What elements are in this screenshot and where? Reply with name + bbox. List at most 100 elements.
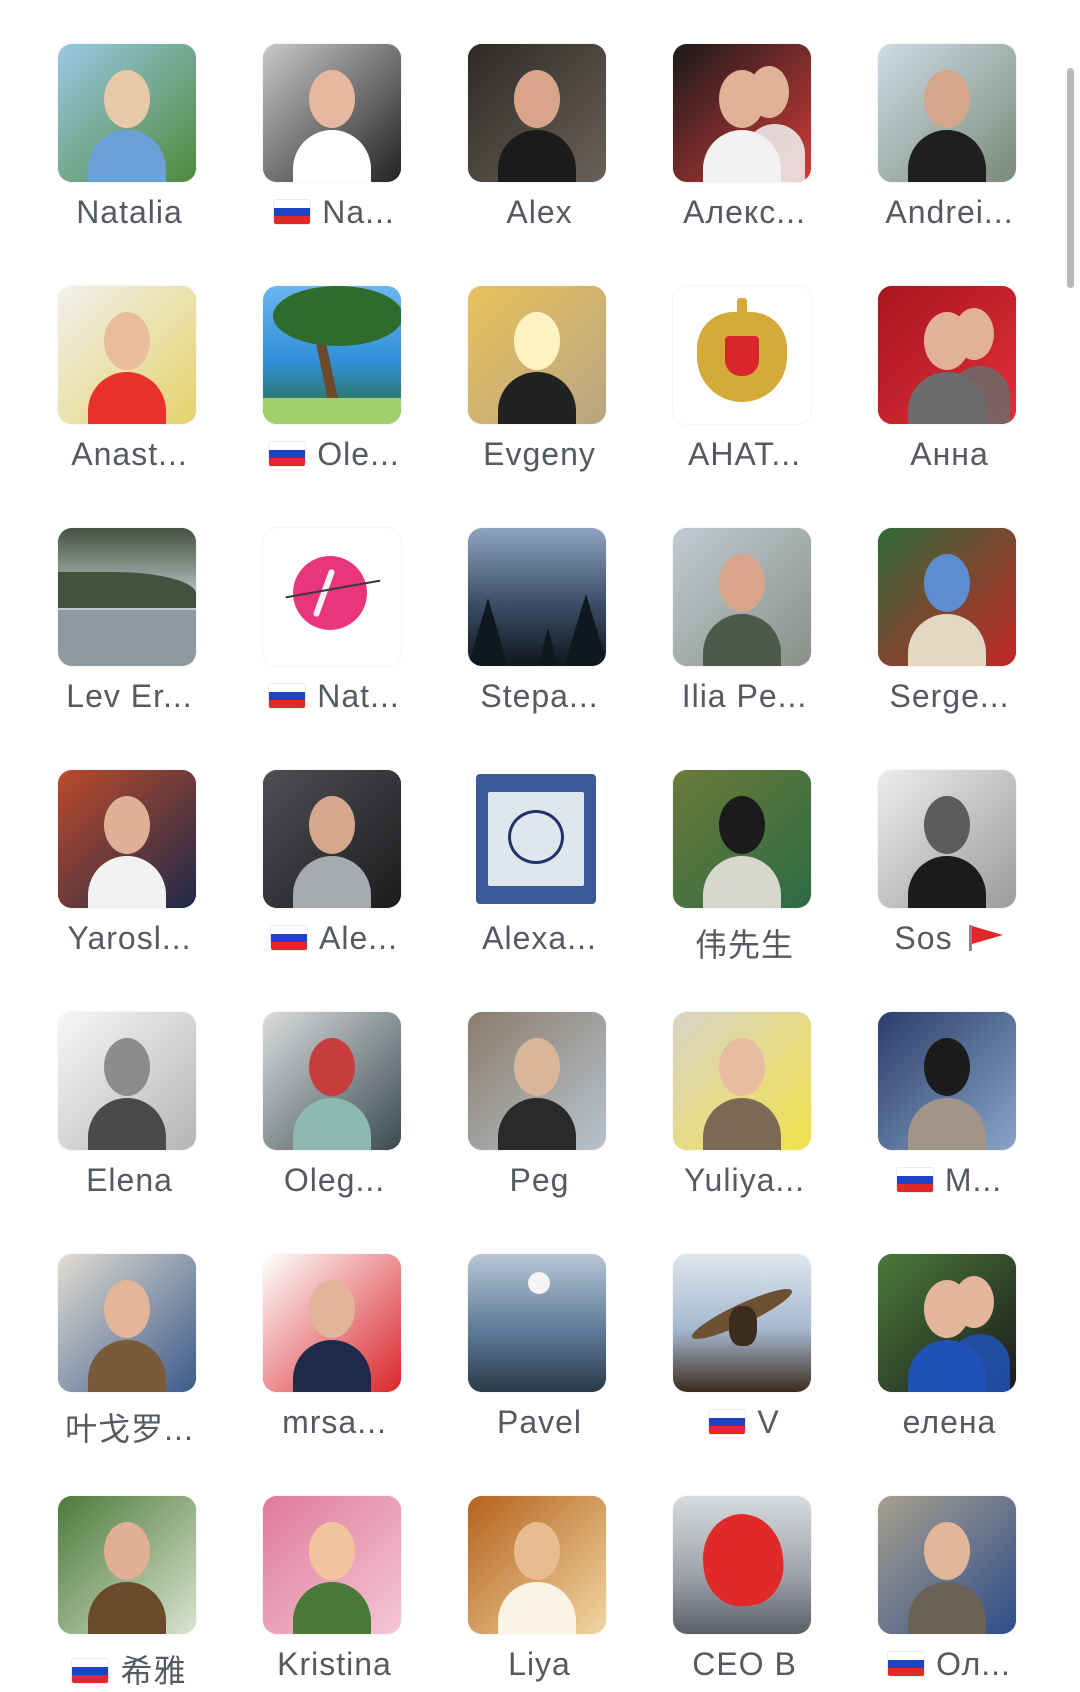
contact-avatar[interactable] — [468, 44, 606, 182]
contact-tile[interactable]: Ilia Pe... — [642, 480, 847, 722]
contact-avatar[interactable] — [263, 528, 401, 666]
contact-tile[interactable]: Peg — [437, 964, 642, 1206]
contact-name-text: Sos — [894, 920, 953, 956]
contact-tile[interactable]: Alex — [437, 0, 642, 238]
contact-name: Andrei... — [847, 194, 1052, 231]
contact-name: Алекс... — [642, 194, 847, 231]
contact-avatar[interactable] — [263, 286, 401, 424]
contact-avatar[interactable] — [263, 1496, 401, 1634]
contact-avatar[interactable] — [58, 770, 196, 908]
contact-tile[interactable]: Liya — [437, 1448, 642, 1690]
contact-avatar[interactable] — [58, 286, 196, 424]
contact-tile[interactable]: CEO B — [642, 1448, 847, 1690]
contact-avatar[interactable] — [673, 286, 811, 424]
contact-tile[interactable]: Na... — [232, 0, 437, 238]
contact-tile[interactable]: 叶戈罗... — [27, 1206, 232, 1448]
contact-tile[interactable]: Stepa... — [437, 480, 642, 722]
contact-avatar[interactable] — [468, 1254, 606, 1392]
contact-avatar[interactable] — [673, 770, 811, 908]
contact-avatar[interactable] — [58, 1012, 196, 1150]
contact-avatar[interactable] — [58, 44, 196, 182]
russia-flag-icon — [269, 442, 306, 467]
contact-avatar[interactable] — [673, 528, 811, 666]
contact-name-text: Evgeny — [483, 436, 596, 472]
contact-name-text: CEO B — [692, 1646, 797, 1682]
contact-avatar[interactable] — [468, 286, 606, 424]
contact-tile[interactable]: Sos — [847, 722, 1052, 964]
contact-avatar[interactable] — [468, 770, 606, 908]
contact-name: Natalia — [27, 194, 232, 231]
contact-tile[interactable]: Pavel — [437, 1206, 642, 1448]
contact-name: Yarosl... — [27, 920, 232, 957]
contact-avatar[interactable] — [58, 1254, 196, 1392]
contact-tile[interactable]: Andrei... — [847, 0, 1052, 238]
contact-name-text: Andrei... — [885, 194, 1014, 230]
contact-avatar[interactable] — [673, 1012, 811, 1150]
contact-name-text: Yuliya... — [683, 1162, 806, 1198]
contact-tile[interactable]: Alexa... — [437, 722, 642, 964]
contact-avatar[interactable] — [263, 1254, 401, 1392]
contact-name-text: Анна — [910, 436, 989, 472]
contact-tile[interactable]: Kristina — [232, 1448, 437, 1690]
contact-avatar[interactable] — [468, 1496, 606, 1634]
contact-name-text: Pavel — [496, 1404, 583, 1440]
contact-name: Kristina — [232, 1646, 437, 1683]
contact-tile[interactable]: 希雅 — [27, 1448, 232, 1690]
contact-tile[interactable]: Evgeny — [437, 238, 642, 480]
contact-avatar[interactable] — [468, 528, 606, 666]
contact-tile[interactable]: Elena — [27, 964, 232, 1206]
contact-tile[interactable]: Ол... — [847, 1448, 1052, 1690]
contact-tile[interactable]: 伟先生 — [642, 722, 847, 964]
contact-tile[interactable]: Ole... — [232, 238, 437, 480]
contact-tile[interactable]: M... — [847, 964, 1052, 1206]
contact-tile[interactable]: Anast... — [27, 238, 232, 480]
contact-avatar[interactable] — [878, 528, 1016, 666]
contact-name-text: Ole... — [317, 436, 400, 472]
contact-name: Anast... — [27, 436, 232, 473]
russia-flag-icon — [896, 1168, 933, 1193]
contact-avatar[interactable] — [468, 1012, 606, 1150]
contact-name: 希雅 — [27, 1646, 232, 1692]
contact-tile[interactable]: mrsa... — [232, 1206, 437, 1448]
contact-avatar[interactable] — [878, 1254, 1016, 1392]
contact-name: АНАТ... — [642, 436, 847, 473]
contact-avatar[interactable] — [878, 1496, 1016, 1634]
contact-avatar[interactable] — [673, 44, 811, 182]
russia-flag-icon — [269, 684, 306, 709]
contact-avatar[interactable] — [58, 1496, 196, 1634]
contact-avatar[interactable] — [263, 1012, 401, 1150]
contact-avatar[interactable] — [878, 770, 1016, 908]
contact-tile[interactable]: Nat... — [232, 480, 437, 722]
contact-tile[interactable]: Lev Er... — [27, 480, 232, 722]
scrollbar[interactable] — [1067, 68, 1074, 288]
contact-name: Yuliya... — [642, 1162, 847, 1199]
contact-avatar[interactable] — [878, 44, 1016, 182]
contact-avatar[interactable] — [58, 528, 196, 666]
contact-name-text: Алекс... — [683, 194, 806, 230]
contact-name-text: 伟先生 — [694, 927, 794, 963]
contact-name-text: Alex — [506, 194, 573, 230]
contact-avatar[interactable] — [263, 770, 401, 908]
contact-avatar[interactable] — [673, 1254, 811, 1392]
contact-tile[interactable]: V — [642, 1206, 847, 1448]
contact-tile[interactable]: Анна — [847, 238, 1052, 480]
contact-name: Pavel — [437, 1404, 642, 1441]
contact-tile[interactable]: Serge... — [847, 480, 1052, 722]
contact-tile[interactable]: елена — [847, 1206, 1052, 1448]
contact-avatar[interactable] — [263, 44, 401, 182]
contact-name: Alexa... — [437, 920, 642, 957]
contact-name-text: Liya — [508, 1646, 571, 1682]
contact-tile[interactable]: Ale... — [232, 722, 437, 964]
contact-tile[interactable]: АНАТ... — [642, 238, 847, 480]
contact-tile[interactable]: Алекс... — [642, 0, 847, 238]
contact-avatar[interactable] — [673, 1496, 811, 1634]
contact-name-text: 叶戈罗... — [65, 1411, 194, 1447]
contact-avatar[interactable] — [878, 1012, 1016, 1150]
contact-avatar[interactable] — [878, 286, 1016, 424]
contact-tile[interactable]: Yarosl... — [27, 722, 232, 964]
contact-tile[interactable]: Yuliya... — [642, 964, 847, 1206]
contact-tile[interactable]: Oleg... — [232, 964, 437, 1206]
contact-tile[interactable]: Natalia — [27, 0, 232, 238]
contact-name-text: Natalia — [76, 194, 183, 230]
russia-flag-icon — [72, 1659, 109, 1684]
